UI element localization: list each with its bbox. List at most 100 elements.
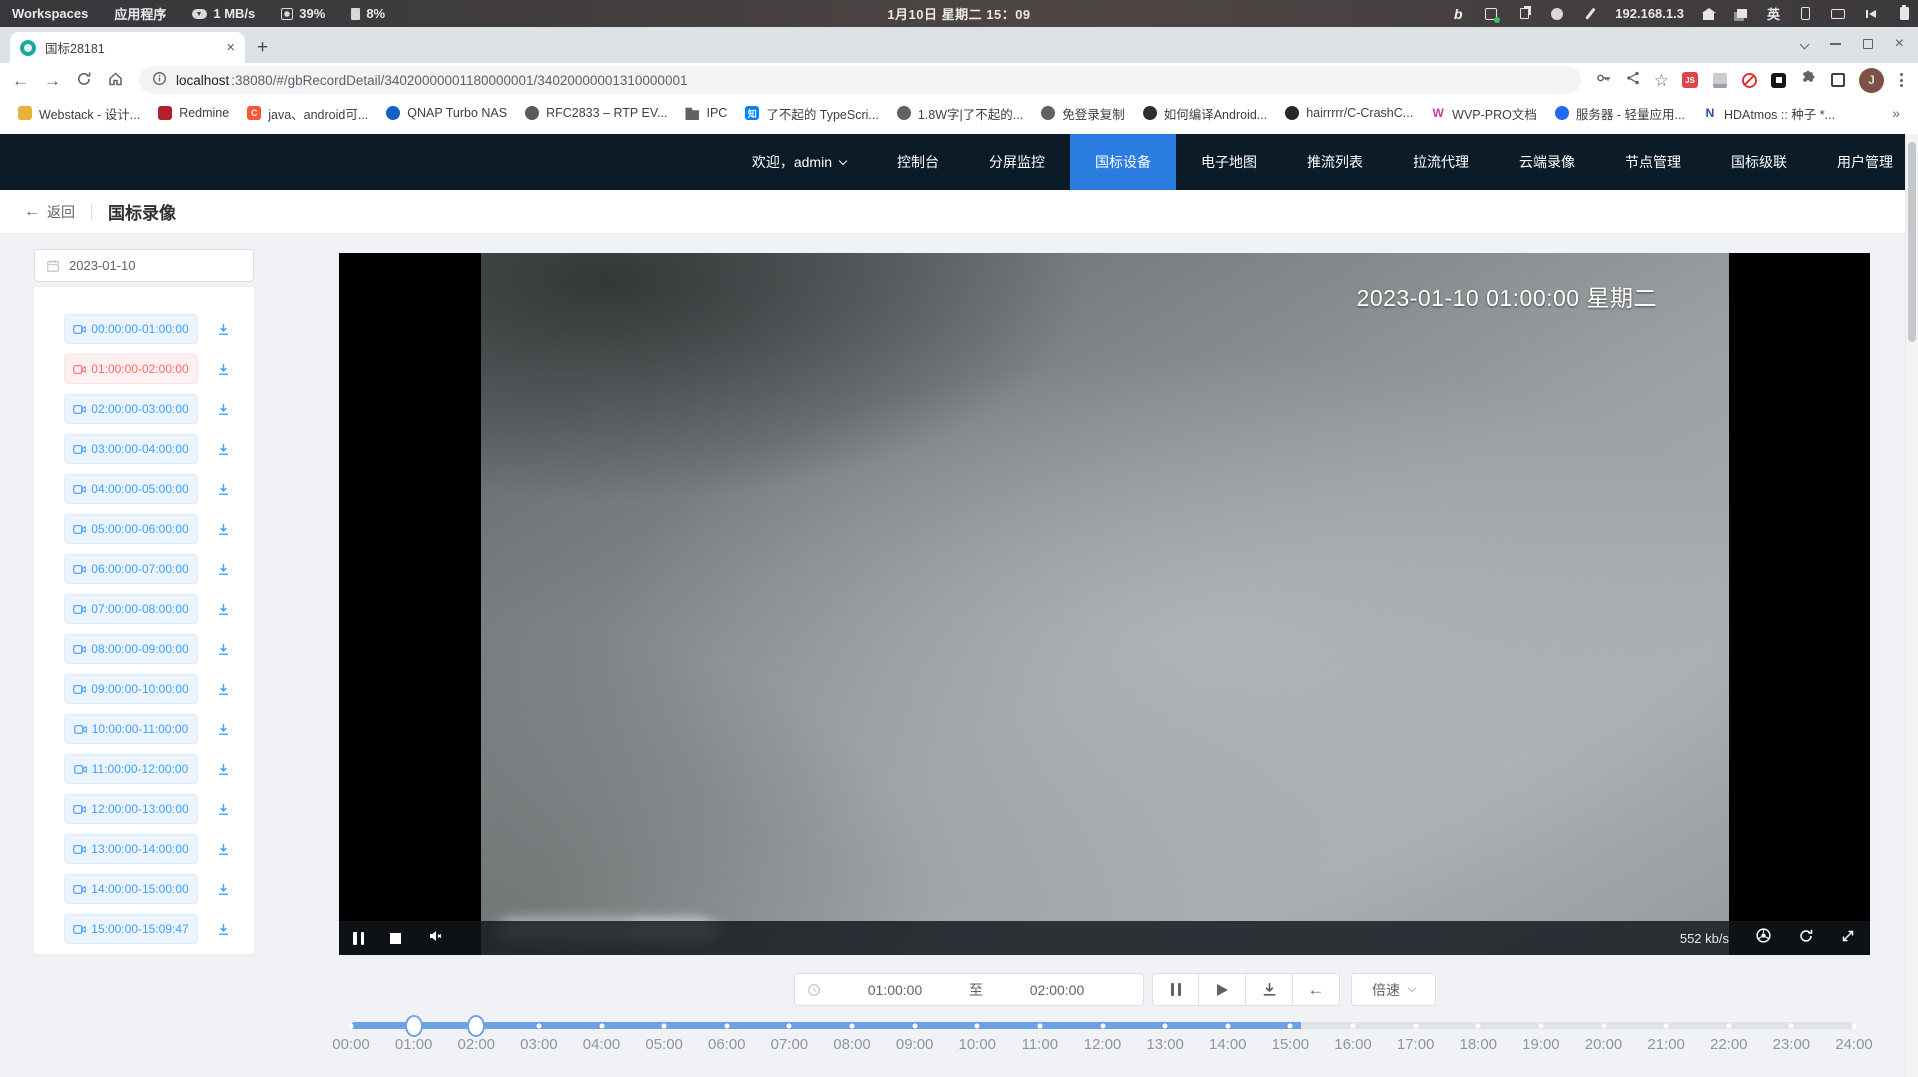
window-minimize-button[interactable]: [1830, 43, 1841, 45]
recording-clip-button[interactable]: 01:00:00-02:00:00: [64, 354, 198, 384]
browser-reload-button[interactable]: [76, 71, 92, 90]
fullscreen-icon[interactable]: [1840, 928, 1856, 949]
recording-clip-button[interactable]: 05:00:00-06:00:00: [64, 514, 198, 544]
recording-clip-button[interactable]: 10:00:00-11:00:00: [64, 714, 198, 744]
recording-clip-button[interactable]: 03:00:00-04:00:00: [64, 434, 198, 464]
pause-button[interactable]: [1152, 973, 1199, 1006]
download-icon[interactable]: [216, 402, 231, 417]
site-info-icon[interactable]: [152, 71, 167, 89]
recording-clip-button[interactable]: 02:00:00-03:00:00: [64, 394, 198, 424]
timeline-track[interactable]: [351, 1022, 1854, 1029]
bookmark-item[interactable]: Webstack - 设计...: [10, 101, 148, 125]
download-icon[interactable]: [216, 482, 231, 497]
user-menu[interactable]: 欢迎，admin: [752, 152, 846, 172]
home-icon[interactable]: [1701, 6, 1717, 22]
share-icon[interactable]: [1625, 70, 1641, 91]
download-icon[interactable]: [216, 602, 231, 617]
nav-tab[interactable]: 国标设备: [1070, 134, 1176, 190]
download-button[interactable]: [1246, 973, 1293, 1006]
applications-menu[interactable]: 应用程序: [114, 4, 166, 23]
clipboard-tray-icon[interactable]: [1516, 6, 1532, 22]
download-icon[interactable]: [216, 762, 231, 777]
recording-clip-button[interactable]: 09:00:00-10:00:00: [64, 674, 198, 704]
recording-clip-button[interactable]: 12:00:00-13:00:00: [64, 794, 198, 824]
timeline-handle[interactable]: [405, 1015, 423, 1037]
bookmark-item[interactable]: 如何编译Android...: [1135, 101, 1276, 125]
extension-blocker-icon[interactable]: [1741, 72, 1758, 89]
back-arrow-icon[interactable]: ←: [24, 203, 40, 221]
download-icon[interactable]: [216, 442, 231, 457]
nav-tab[interactable]: 用户管理: [1812, 134, 1918, 190]
recording-clip-button[interactable]: 04:00:00-05:00:00: [64, 474, 198, 504]
start-time-value[interactable]: 01:00:00: [821, 982, 969, 998]
download-icon[interactable]: [216, 642, 231, 657]
bookmark-item[interactable]: QNAP Turbo NAS: [378, 101, 515, 125]
rewind-button[interactable]: ←: [1293, 973, 1340, 1006]
snapshot-shutter-icon[interactable]: [1755, 927, 1772, 949]
profile-avatar[interactable]: J: [1859, 68, 1884, 93]
bookmark-item[interactable]: W WVP-PRO文档: [1423, 101, 1545, 125]
back-button[interactable]: 返回: [47, 202, 75, 222]
download-icon[interactable]: [216, 882, 231, 897]
display-icon[interactable]: [1830, 6, 1846, 22]
date-picker-input[interactable]: 2023-01-10: [34, 249, 254, 282]
download-icon[interactable]: [216, 842, 231, 857]
bookmark-item[interactable]: 免登录复制: [1033, 101, 1133, 125]
nav-tab[interactable]: 控制台: [872, 134, 964, 190]
recording-clip-button[interactable]: 06:00:00-07:00:00: [64, 554, 198, 584]
bookmark-item[interactable]: 服务器 - 轻量应用...: [1547, 101, 1693, 125]
bookmark-item[interactable]: hairrrrr/C-CrashC...: [1277, 101, 1421, 125]
recording-clip-button[interactable]: 07:00:00-08:00:00: [64, 594, 198, 624]
phone-link-icon[interactable]: [1797, 6, 1813, 22]
ip-address[interactable]: 192.168.1.3: [1615, 6, 1684, 21]
window-stack-icon[interactable]: [1734, 6, 1750, 22]
recording-clip-button[interactable]: 14:00:00-15:00:00: [64, 874, 198, 904]
recording-clip-button[interactable]: 13:00:00-14:00:00: [64, 834, 198, 864]
tab-close-icon[interactable]: ×: [226, 40, 235, 55]
browser-home-button[interactable]: [107, 71, 124, 90]
clock[interactable]: 1月10日 星期二 15：09: [887, 4, 1030, 23]
recording-clip-button[interactable]: 00:00:00-01:00:00: [64, 314, 198, 344]
browser-tab[interactable]: 国标28181 ×: [10, 32, 245, 63]
timeline-handle[interactable]: [467, 1015, 485, 1037]
extensions-puzzle-icon[interactable]: [1799, 69, 1816, 91]
player-stop-button[interactable]: [390, 933, 401, 944]
speed-dropdown[interactable]: 倍速: [1351, 973, 1436, 1006]
nav-tab[interactable]: 云端录像: [1494, 134, 1600, 190]
extension-recorder-icon[interactable]: [1771, 73, 1786, 88]
download-icon[interactable]: [216, 562, 231, 577]
address-bar[interactable]: localhost:38080/#/gbRecordDetail/3402000…: [139, 66, 1581, 94]
bing-tray-icon[interactable]: b: [1450, 6, 1466, 22]
bookmark-item[interactable]: RFC2833 – RTP EV...: [517, 101, 675, 125]
nav-tab[interactable]: 节点管理: [1600, 134, 1706, 190]
bookmark-item[interactable]: 知 了不起的 TypeScri...: [737, 101, 887, 125]
notes-tray-icon[interactable]: [1483, 6, 1499, 22]
bookmark-item[interactable]: N HDAtmos :: 种子 *...: [1695, 101, 1843, 125]
browser-menu-icon[interactable]: [1897, 73, 1906, 87]
recording-clip-button[interactable]: 15:00:00-15:09:47: [64, 914, 198, 944]
browser-back-button[interactable]: ←: [12, 72, 29, 89]
download-icon[interactable]: [216, 802, 231, 817]
player-pause-button[interactable]: [353, 932, 364, 945]
download-icon[interactable]: [216, 922, 231, 937]
page-scrollbar[interactable]: [1905, 134, 1918, 1077]
play-button[interactable]: [1199, 973, 1246, 1006]
download-icon[interactable]: [216, 722, 231, 737]
recording-clip-button[interactable]: 08:00:00-09:00:00: [64, 634, 198, 664]
input-method-indicator[interactable]: 英: [1767, 4, 1780, 23]
player-mute-icon[interactable]: [427, 928, 444, 949]
bookmarks-overflow-chevron[interactable]: »: [1892, 105, 1908, 121]
volume-icon[interactable]: [1863, 6, 1879, 22]
browser-forward-button[interactable]: →: [44, 72, 61, 89]
nav-tab[interactable]: 拉流代理: [1388, 134, 1494, 190]
end-time-value[interactable]: 02:00:00: [983, 982, 1131, 998]
nav-tab[interactable]: 电子地图: [1176, 134, 1282, 190]
nav-tab[interactable]: 分屏监控: [964, 134, 1070, 190]
download-icon[interactable]: [216, 322, 231, 337]
bookmark-item[interactable]: IPC: [677, 101, 735, 125]
recording-clip-button[interactable]: 11:00:00-12:00:00: [64, 754, 198, 784]
bookmark-item[interactable]: C java、android可...: [239, 101, 376, 125]
download-icon[interactable]: [216, 362, 231, 377]
scrollbar-thumb[interactable]: [1908, 142, 1916, 342]
video-player[interactable]: 2023-01-10 01:00:00 星期二 552 kb/s: [339, 253, 1870, 955]
